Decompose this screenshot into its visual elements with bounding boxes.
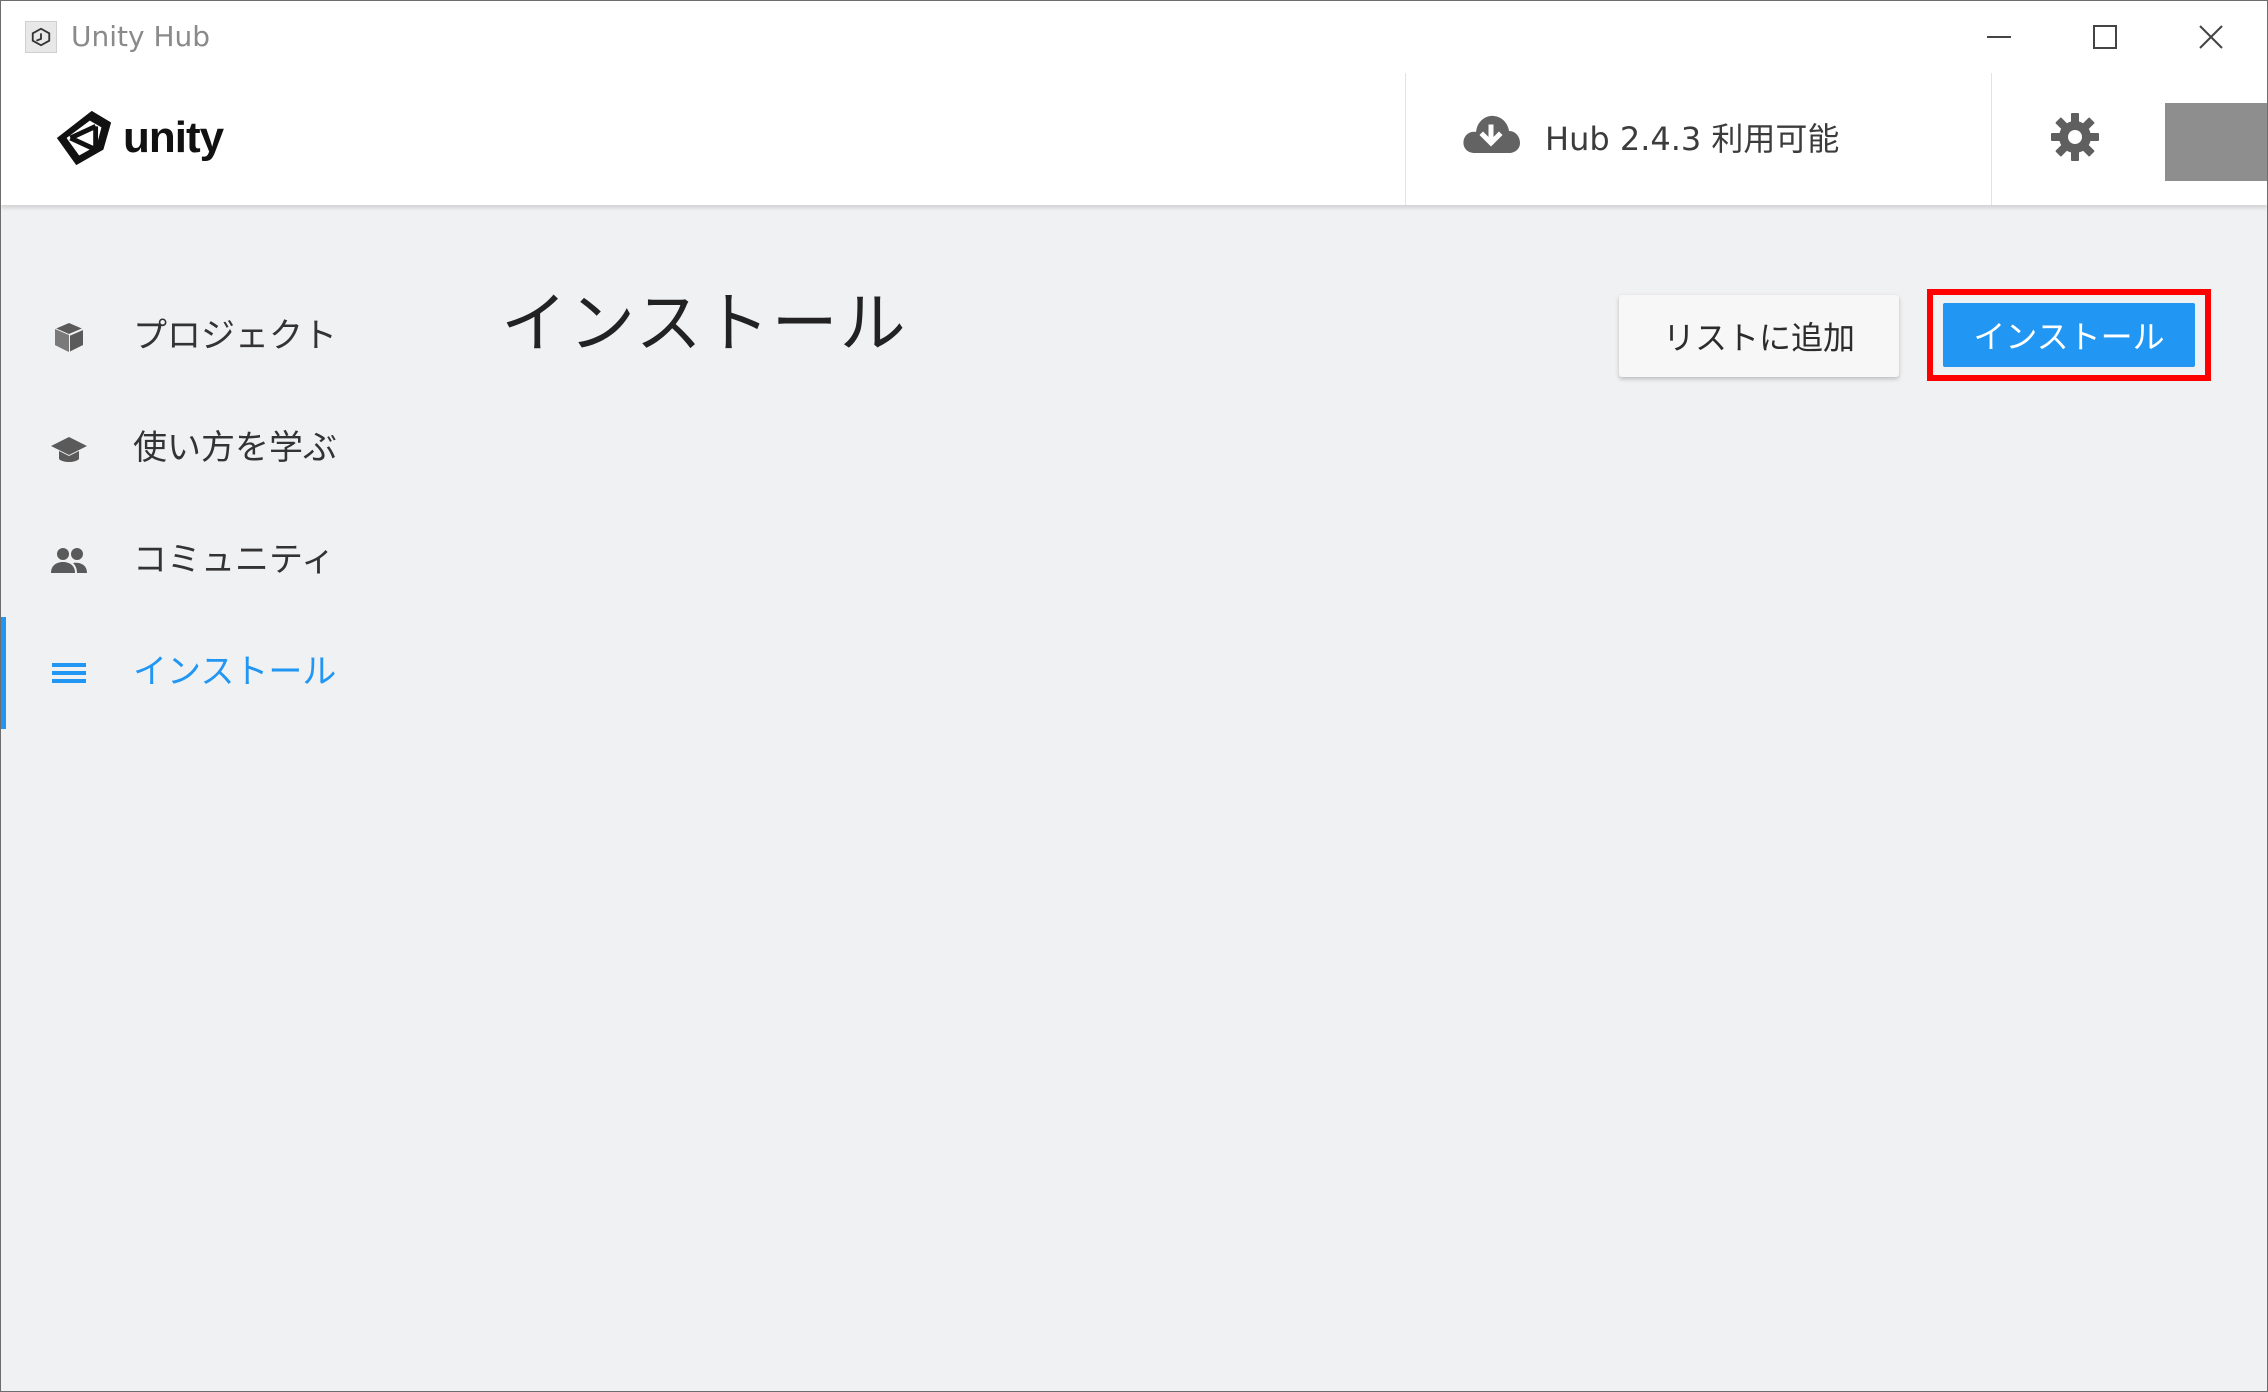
install-button[interactable]: インストール (1943, 303, 2195, 367)
sidebar-item-community[interactable]: コミュニティ (1, 505, 441, 617)
people-icon (51, 548, 87, 573)
cube-icon (54, 323, 84, 352)
header-divider (1991, 73, 1992, 205)
update-available-button[interactable]: Hub 2.4.3 利用可能 (1405, 73, 1991, 205)
list-icon (52, 663, 86, 683)
unity-hub-window: Unity Hub unity Hub 2.4.3 利用可能 プロジェクト 使い… (0, 0, 2268, 1392)
active-indicator (1, 617, 6, 729)
account-avatar[interactable] (2165, 103, 2267, 181)
settings-button[interactable] (1993, 73, 2163, 205)
window-title: Unity Hub (71, 20, 211, 53)
sidebar-item-label: コミュニティ (133, 540, 335, 580)
sidebar-item-label: プロジェクト (133, 316, 337, 356)
sidebar-item-learn[interactable]: 使い方を学ぶ (1, 393, 441, 505)
minimize-icon (1987, 36, 2011, 38)
unity-logo-icon (56, 110, 112, 166)
update-available-label: Hub 2.4.3 利用可能 (1545, 120, 1840, 158)
add-to-list-button[interactable]: リストに追加 (1619, 295, 1899, 377)
minimize-button[interactable] (1947, 1, 2051, 73)
maximize-button[interactable] (2053, 1, 2157, 73)
page-title: インストール (501, 285, 908, 362)
close-button[interactable] (2159, 1, 2263, 73)
unity-app-icon (25, 21, 57, 53)
sidebar-item-label: 使い方を学ぶ (133, 428, 337, 468)
gear-icon (2051, 113, 2099, 161)
maximize-icon (2093, 25, 2117, 49)
cloud-download-icon (1463, 115, 1520, 153)
title-bar: Unity Hub (1, 1, 2267, 73)
sidebar-item-installs[interactable]: インストール (1, 617, 441, 729)
close-icon (2199, 25, 2223, 49)
sidebar-item-projects[interactable]: プロジェクト (1, 281, 441, 393)
unity-logo: unity (53, 103, 224, 173)
sidebar: プロジェクト 使い方を学ぶ コミュニティ インストール (1, 205, 441, 1391)
graduation-cap-icon (51, 437, 87, 462)
app-header: unity Hub 2.4.3 利用可能 (1, 73, 2267, 205)
sidebar-item-label: インストール (133, 652, 337, 692)
logo-text: unity (123, 113, 224, 162)
